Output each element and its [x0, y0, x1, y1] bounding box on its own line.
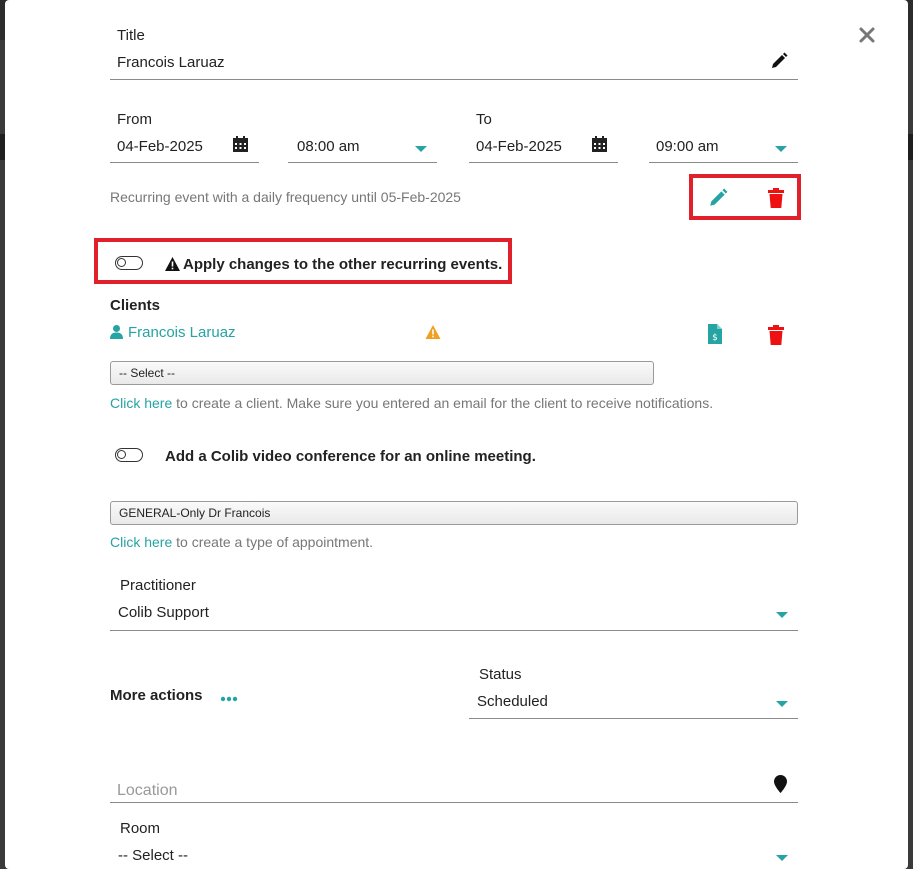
recurring-info: Recurring event with a daily frequency u…	[110, 189, 461, 205]
status-select[interactable]: Scheduled	[477, 693, 548, 710]
map-marker-icon[interactable]	[774, 775, 787, 798]
chevron-down-icon	[776, 855, 788, 861]
warning-icon	[425, 325, 441, 344]
more-actions-button[interactable]	[220, 689, 238, 707]
edit-recurrence-button[interactable]	[708, 188, 728, 213]
to-time-underline	[649, 162, 798, 163]
calendar-icon[interactable]	[592, 136, 607, 157]
title-label: Title	[117, 27, 145, 44]
edit-event-modal: Title Francois Laruaz From 04-Feb-2025 0…	[5, 0, 908, 869]
client-help-text: to create a client. Make sure you entere…	[172, 395, 714, 411]
more-actions-label: More actions	[110, 687, 203, 704]
recurrence-actions-highlight	[689, 174, 801, 220]
chevron-down-icon	[776, 612, 788, 618]
to-time-select[interactable]: 09:00 am	[656, 138, 719, 155]
trash-icon	[768, 325, 784, 345]
clients-heading: Clients	[110, 297, 161, 314]
svg-text:$: $	[712, 333, 718, 343]
from-label: From	[117, 111, 152, 128]
chevron-down-icon	[775, 146, 787, 152]
status-label: Status	[479, 666, 522, 683]
client-name-link[interactable]: Francois Laruaz	[128, 324, 236, 341]
delete-recurrence-button[interactable]	[768, 188, 784, 213]
chevron-down-icon	[776, 701, 788, 707]
room-select[interactable]: -- Select --	[118, 847, 188, 864]
practitioner-underline	[110, 630, 798, 631]
chevron-down-icon	[415, 146, 427, 152]
location-input[interactable]: Location	[117, 782, 178, 800]
appointment-type-help: Click here to create a type of appointme…	[110, 534, 373, 550]
from-date-underline	[110, 162, 259, 163]
video-conference-label: Add a Colib video conference for an onli…	[165, 448, 536, 465]
calendar-icon[interactable]	[233, 136, 248, 157]
title-input[interactable]: Francois Laruaz	[117, 54, 225, 71]
from-date-input[interactable]: 04-Feb-2025	[117, 138, 203, 155]
client-select[interactable]: -- Select --	[110, 361, 654, 385]
appointment-type-select[interactable]: GENERAL-Only Dr Francois	[110, 501, 798, 525]
user-icon	[110, 325, 123, 344]
to-date-input[interactable]: 04-Feb-2025	[476, 138, 562, 155]
create-appointment-type-link[interactable]: Click here	[110, 534, 172, 550]
close-button[interactable]	[857, 25, 877, 45]
create-client-link[interactable]: Click here	[110, 395, 172, 411]
title-underline	[110, 79, 798, 80]
apply-changes-toggle[interactable]	[115, 256, 143, 270]
warning-icon	[165, 257, 180, 276]
practitioner-select[interactable]: Colib Support	[118, 604, 209, 621]
from-time-select[interactable]: 08:00 am	[297, 138, 360, 155]
pencil-icon[interactable]	[770, 52, 788, 75]
ellipsis-icon	[220, 696, 238, 702]
to-label: To	[476, 111, 492, 128]
to-date-underline	[469, 162, 618, 163]
apply-changes-label: Apply changes to the other recurring eve…	[183, 256, 503, 273]
invoice-icon[interactable]: $	[708, 324, 722, 349]
pencil-icon	[710, 188, 728, 206]
appointment-type-help-text: to create a type of appointment.	[172, 534, 374, 550]
location-underline	[110, 802, 798, 803]
trash-icon	[768, 188, 784, 208]
room-label: Room	[120, 820, 161, 837]
from-time-underline	[288, 162, 437, 163]
video-conference-toggle[interactable]	[115, 448, 143, 462]
client-help: Click here to create a client. Make sure…	[110, 395, 713, 411]
status-underline	[469, 718, 798, 719]
remove-client-button[interactable]	[768, 325, 784, 350]
close-icon	[859, 27, 875, 43]
practitioner-label: Practitioner	[120, 577, 196, 594]
